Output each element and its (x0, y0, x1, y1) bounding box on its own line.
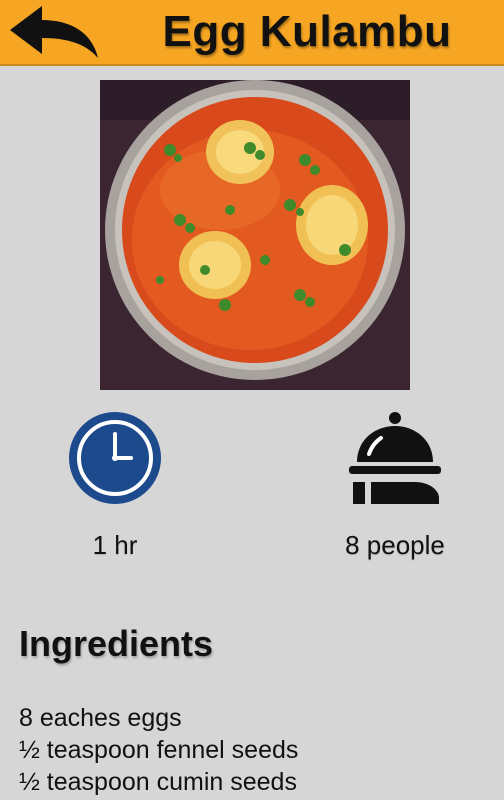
cook-time-value: 1 hr (92, 530, 138, 560)
ingredients-heading: Ingredients (19, 623, 214, 664)
servings-value: 8 people (345, 530, 445, 560)
app-header: Egg Kulambu (0, 0, 504, 66)
ingredients-list: 8 eaches eggs ½ teaspoon fennel seeds ½ … (19, 702, 298, 798)
clock-icon (69, 412, 161, 504)
ingredient-item: ½ teaspoon fennel seeds (19, 736, 299, 764)
serving-cloche-icon (349, 412, 441, 504)
servings: 8 people (320, 410, 470, 560)
ingredient-item: 8 eaches eggs (19, 704, 182, 732)
cook-time: 1 hr (40, 410, 190, 560)
dish-photo (100, 80, 410, 390)
page-title: Egg Kulambu (162, 7, 452, 56)
back-arrow-icon (10, 6, 98, 58)
back-button[interactable] (8, 4, 102, 62)
ingredient-item: ½ teaspoon cumin seeds (19, 768, 297, 796)
